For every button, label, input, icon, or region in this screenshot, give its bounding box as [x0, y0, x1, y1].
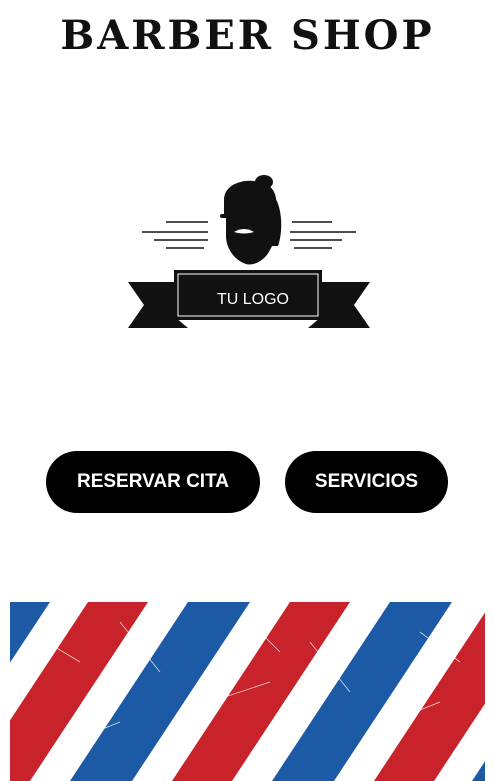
ribbon-left-tail — [128, 282, 176, 328]
logo: TU LOGO — [128, 175, 370, 328]
page-title: BARBER SHOP — [60, 12, 435, 59]
speed-lines-right-icon — [290, 221, 356, 249]
barber-stripes-image — [10, 602, 485, 781]
speed-lines-left-icon — [142, 221, 208, 249]
ribbon-right-tail — [320, 282, 370, 328]
bearded-man-icon — [220, 175, 282, 265]
reserve-appointment-button[interactable]: RESERVAR CITA — [46, 451, 260, 513]
logo-text: TU LOGO — [217, 291, 289, 308]
services-button[interactable]: SERVICIOS — [285, 451, 448, 513]
page: BARBER SHOP TU LOGO RESERVAR CITA SERVIC… — [0, 0, 495, 781]
barber-pole-banner — [10, 602, 485, 781]
